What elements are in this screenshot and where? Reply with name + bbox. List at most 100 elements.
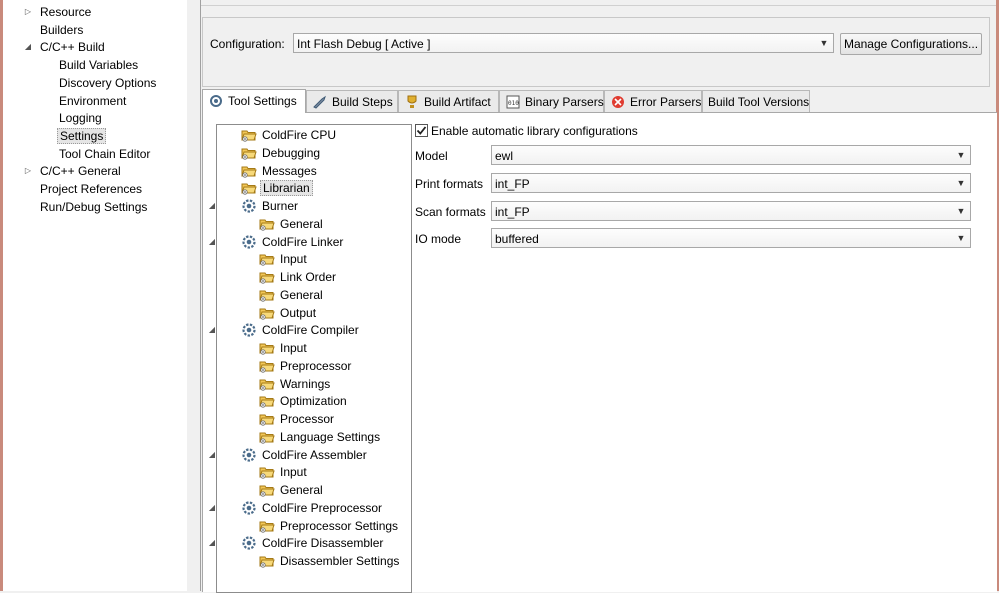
expanded-arrow-icon[interactable]: ◢ [207, 321, 217, 339]
expanded-arrow-icon[interactable]: ◢ [207, 499, 217, 517]
configuration-value: Int Flash Debug [ Active ] [297, 37, 431, 51]
enable-auto-library-checkbox[interactable] [415, 124, 428, 137]
property-item-label: Project References [40, 182, 143, 196]
option-category-node[interactable]: Language Settings [259, 428, 382, 446]
option-folder-icon [241, 163, 257, 179]
property-item-label: C/C++ Build [40, 40, 105, 55]
property-item-label: Tool Chain Editor [59, 146, 151, 161]
expanded-arrow-icon[interactable]: ◢ [207, 233, 217, 251]
expanded-arrow-icon[interactable]: ◢ [23, 38, 33, 56]
tree-node-label: Preprocessor [280, 358, 352, 373]
option-category-node[interactable]: Input [259, 463, 309, 481]
splitter[interactable] [187, 0, 201, 591]
tab-tool-settings[interactable]: Tool Settings [202, 89, 306, 113]
manage-configurations-button[interactable]: Manage Configurations... [840, 33, 982, 55]
option-category-node[interactable]: Link Order [259, 268, 338, 286]
option-folder-icon [259, 287, 275, 303]
option-folder-icon [259, 340, 275, 356]
property-item[interactable]: Project References [38, 180, 144, 198]
option-category-node[interactable]: General [259, 481, 325, 499]
property-item[interactable]: ▷ Resource [25, 3, 93, 21]
tree-node-label: ColdFire Preprocessor [262, 500, 383, 515]
expanded-arrow-icon[interactable]: ◢ [207, 534, 217, 552]
model-select[interactable]: ewl ▼ [491, 145, 971, 165]
option-category-node[interactable]: Output [259, 304, 318, 322]
tree-node-label: Debugging [262, 145, 321, 160]
option-category-node[interactable]: Processor [259, 410, 336, 428]
option-category-node[interactable]: Debugging [241, 144, 322, 162]
option-folder-icon [259, 216, 275, 232]
property-item-label: Build Variables [59, 58, 139, 73]
tab-binary-parsers[interactable]: 010 Binary Parsers [499, 90, 604, 113]
io-mode-label: IO mode [415, 232, 462, 246]
property-item[interactable]: Run/Debug Settings [38, 198, 149, 216]
tool-node[interactable]: ◢ ColdFire Preprocessor [209, 499, 384, 517]
option-folder-icon [259, 553, 275, 569]
property-item[interactable]: Discovery Options [57, 74, 158, 92]
property-item[interactable]: Build Variables [57, 56, 140, 74]
option-category-node[interactable]: General [259, 215, 325, 233]
binary-parsers-icon: 010 [505, 94, 521, 109]
expanded-arrow-icon[interactable]: ◢ [207, 197, 217, 215]
property-item[interactable]: Environment [57, 92, 128, 110]
property-item[interactable]: ▷ C/C++ General [25, 162, 123, 180]
tree-node-label: Input [280, 465, 307, 480]
tool-node[interactable]: ◢ ColdFire Linker [209, 233, 345, 251]
option-folder-icon [259, 269, 275, 285]
option-category-node[interactable]: Messages [241, 162, 319, 180]
option-category-node[interactable]: Disassembler Settings [259, 552, 401, 570]
tree-node-label: ColdFire Assembler [262, 447, 367, 462]
option-category-node[interactable]: Librarian [241, 179, 313, 197]
build-steps-icon [312, 94, 328, 109]
option-category-node[interactable]: Preprocessor Settings [259, 517, 400, 535]
tool-node[interactable]: ◢ ColdFire Compiler [209, 321, 361, 339]
option-category-node[interactable]: Preprocessor [259, 357, 353, 375]
property-item[interactable]: Logging [57, 109, 104, 127]
tree-node-label: ColdFire Compiler [262, 323, 359, 338]
tab-build-steps[interactable]: Build Steps [306, 90, 398, 113]
configuration-select[interactable]: Int Flash Debug [ Active ] ▼ [293, 33, 834, 53]
tool-node[interactable]: ◢ Burner [209, 197, 300, 215]
enable-auto-library-label[interactable]: Enable automatic library configurations [431, 124, 638, 138]
option-category-node[interactable]: Warnings [259, 375, 332, 393]
tool-node[interactable]: ◢ ColdFire Disassembler [209, 534, 385, 552]
tool-node[interactable]: ◢ ColdFire Assembler [209, 446, 369, 464]
tree-node-label: Librarian [260, 180, 313, 197]
option-category-node[interactable]: Input [259, 250, 309, 268]
tab-error-parsers[interactable]: Error Parsers [604, 90, 702, 113]
option-folder-icon [259, 411, 275, 427]
print-formats-select[interactable]: int_FP ▼ [491, 173, 971, 193]
option-folder-icon [241, 180, 257, 196]
option-category-node[interactable]: Input [259, 339, 309, 357]
property-item-label: Run/Debug Settings [40, 199, 148, 214]
tree-node-label: Optimization [280, 394, 347, 409]
collapsed-arrow-icon[interactable]: ▷ [23, 162, 33, 180]
property-item[interactable]: Builders [38, 21, 85, 39]
tool-gear-icon [241, 500, 257, 516]
option-folder-icon [259, 358, 275, 374]
property-item-label: Logging [59, 111, 102, 126]
option-category-node[interactable]: Optimization [259, 392, 349, 410]
io-mode-select[interactable]: buffered ▼ [491, 228, 971, 248]
option-category-node[interactable]: General [259, 286, 325, 304]
option-category-node[interactable]: ColdFire CPU [241, 126, 338, 144]
tool-gear-icon [241, 322, 257, 338]
option-folder-icon [259, 305, 275, 321]
option-folder-icon [259, 393, 275, 409]
checkmark-icon [416, 126, 427, 135]
tab-build-tool-versions[interactable]: Build Tool Versions [702, 90, 810, 113]
expanded-arrow-icon[interactable]: ◢ [207, 446, 217, 464]
collapsed-arrow-icon[interactable]: ▷ [23, 3, 33, 21]
tab-build-artifact[interactable]: Build Artifact [398, 90, 499, 113]
property-item-label: Builders [40, 22, 84, 37]
scan-formats-select[interactable]: int_FP ▼ [491, 201, 971, 221]
tree-node-label: General [280, 287, 323, 302]
property-tree: ▷ Resource Builders ◢ C/C++ Build Build Varia… [3, 0, 188, 591]
property-item[interactable]: Tool Chain Editor [57, 145, 152, 163]
option-folder-icon [241, 127, 257, 143]
tree-node-label: Input [280, 341, 307, 355]
property-item[interactable]: Settings [57, 127, 107, 145]
tree-node-label: General [280, 216, 323, 231]
property-item[interactable]: ◢ C/C++ Build [25, 38, 107, 56]
tree-node-label: ColdFire Linker [262, 234, 344, 249]
